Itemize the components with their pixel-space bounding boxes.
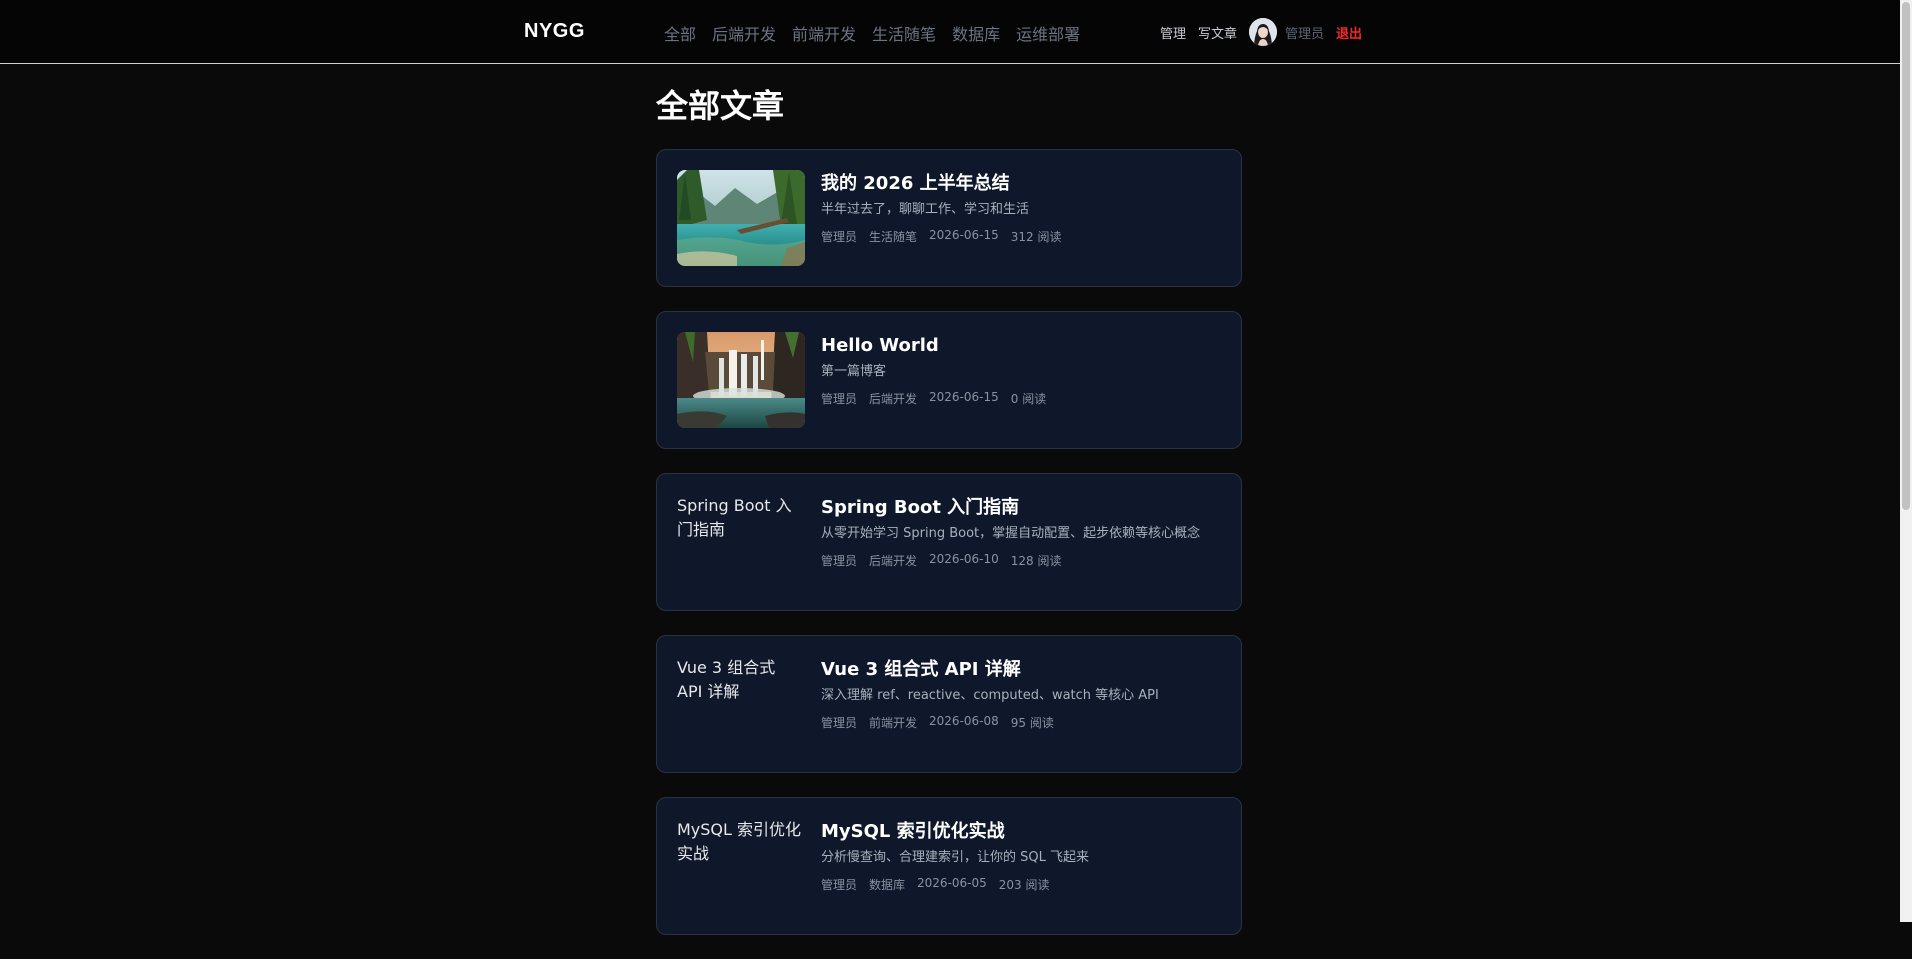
article-views: 95 阅读 (1010, 716, 1054, 730)
brand-logo[interactable]: NYGG (524, 20, 585, 43)
broken-cover-image[interactable]: Vue 3 组合式 API 详解 (677, 656, 805, 704)
article-date: 2026-06-15 (929, 228, 999, 242)
article-summary: 从零开始学习 Spring Boot，掌握自动配置、起步依赖等核心概念 (821, 526, 1201, 541)
article-author: 管理员 (821, 716, 858, 730)
article-meta: 管理员 前端开发 2026-06-08 95 阅读 (821, 714, 1231, 731)
article-card[interactable]: Spring Boot 入门指南 Spring Boot 入门指南 从零开始学习… (656, 473, 1242, 611)
article-title[interactable]: Hello World (821, 332, 1231, 360)
article-body: Vue 3 组合式 API 详解 深入理解 ref、reactive、compu… (821, 656, 1231, 731)
page-scrollbar[interactable] (1900, 0, 1912, 922)
article-card[interactable]: 我的 2026 上半年总结 半年过去了，聊聊工作、学习和生活 管理员 生活随笔 … (656, 149, 1242, 287)
scrollbar-thumb[interactable] (1902, 2, 1910, 510)
article-title[interactable]: Vue 3 组合式 API 详解 (821, 656, 1231, 684)
article-list: 我的 2026 上半年总结 半年过去了，聊聊工作、学习和生活 管理员 生活随笔 … (656, 149, 1242, 959)
article-category: 后端开发 (869, 392, 918, 406)
article-summary: 第一篇博客 (821, 364, 887, 379)
article-meta: 管理员 生活随笔 2026-06-15 312 阅读 (821, 228, 1231, 245)
article-date: 2026-06-08 (929, 714, 999, 728)
article-summary: 深入理解 ref、reactive、computed、watch 等核心 API (821, 688, 1159, 703)
article-author: 管理员 (821, 554, 858, 568)
article-meta: 管理员 后端开发 2026-06-10 128 阅读 (821, 552, 1231, 569)
article-views: 128 阅读 (1010, 554, 1062, 568)
article-summary: 分析慢查询、合理建索引，让你的 SQL 飞起来 (821, 850, 1089, 865)
article-meta: 管理员 后端开发 2026-06-15 0 阅读 (821, 390, 1231, 407)
avatar[interactable] (1249, 18, 1278, 46)
logout-link[interactable]: 退出 (1336, 23, 1362, 42)
article-body: MySQL 索引优化实战 分析慢查询、合理建索引，让你的 SQL 飞起来 管理员… (821, 818, 1231, 893)
article-views: 312 阅读 (1010, 230, 1062, 244)
main-content: 全部文章 我的 2026 上半年总结 半年过去了，聊聊工作、学习和生活 管理员 … (656, 64, 1242, 935)
waterfall-image[interactable] (677, 332, 805, 428)
page-title: 全部文章 (656, 87, 785, 125)
article-category: 前端开发 (869, 716, 918, 730)
article-card[interactable]: MySQL 索引优化实战 MySQL 索引优化实战 分析慢查询、合理建索引，让你… (656, 797, 1242, 935)
article-title[interactable]: 我的 2026 上半年总结 (821, 170, 1231, 198)
article-summary: 半年过去了，聊聊工作、学习和生活 (821, 202, 1030, 217)
article-body: Hello World 第一篇博客 管理员 后端开发 2026-06-15 0 … (821, 332, 1231, 407)
user-area: 管理 写文章 管理员 退出 (1160, 16, 1362, 48)
broken-cover-image[interactable]: Spring Boot 入门指南 (677, 494, 805, 542)
top-header: NYGG 全部 后端开发 前端开发 生活随笔 数据库 运维部署 管理 写文章 管… (0, 0, 1900, 64)
article-views: 203 阅读 (998, 878, 1050, 892)
article-card[interactable]: Vue 3 组合式 API 详解 Vue 3 组合式 API 详解 深入理解 r… (656, 635, 1242, 773)
write-article-link[interactable]: 写文章 (1198, 23, 1237, 42)
article-date: 2026-06-10 (929, 552, 999, 566)
nav-item-frontend[interactable]: 前端开发 (792, 21, 856, 45)
nav-item-backend[interactable]: 后端开发 (712, 21, 776, 45)
nav-item-devops[interactable]: 运维部署 (1016, 21, 1080, 45)
article-category: 后端开发 (869, 554, 918, 568)
article-author: 管理员 (821, 878, 858, 892)
broken-cover-image[interactable]: MySQL 索引优化实战 (677, 818, 805, 866)
article-title[interactable]: Spring Boot 入门指南 (821, 494, 1231, 522)
article-body: Spring Boot 入门指南 从零开始学习 Spring Boot，掌握自动… (821, 494, 1231, 569)
article-author: 管理员 (821, 392, 858, 406)
article-card[interactable]: Hello World 第一篇博客 管理员 后端开发 2026-06-15 0 … (656, 311, 1242, 449)
article-body: 我的 2026 上半年总结 半年过去了，聊聊工作、学习和生活 管理员 生活随笔 … (821, 170, 1231, 245)
article-date: 2026-06-05 (917, 876, 987, 890)
manage-link[interactable]: 管理 (1160, 23, 1186, 42)
article-category: 生活随笔 (869, 230, 918, 244)
article-views: 0 阅读 (1010, 392, 1047, 406)
username[interactable]: 管理员 (1285, 23, 1324, 42)
article-title[interactable]: MySQL 索引优化实战 (821, 818, 1231, 846)
nav-item-database[interactable]: 数据库 (952, 21, 1000, 45)
article-category: 数据库 (869, 878, 906, 892)
forest-lake-image[interactable] (677, 170, 805, 266)
article-meta: 管理员 数据库 2026-06-05 203 阅读 (821, 876, 1231, 893)
nav-item-life[interactable]: 生活随笔 (872, 21, 936, 45)
category-nav: 全部 后端开发 前端开发 生活随笔 数据库 运维部署 (664, 21, 1080, 45)
article-date: 2026-06-15 (929, 390, 999, 404)
user-avatar-icon (1249, 18, 1278, 46)
article-author: 管理员 (821, 230, 858, 244)
nav-item-all[interactable]: 全部 (664, 21, 696, 45)
